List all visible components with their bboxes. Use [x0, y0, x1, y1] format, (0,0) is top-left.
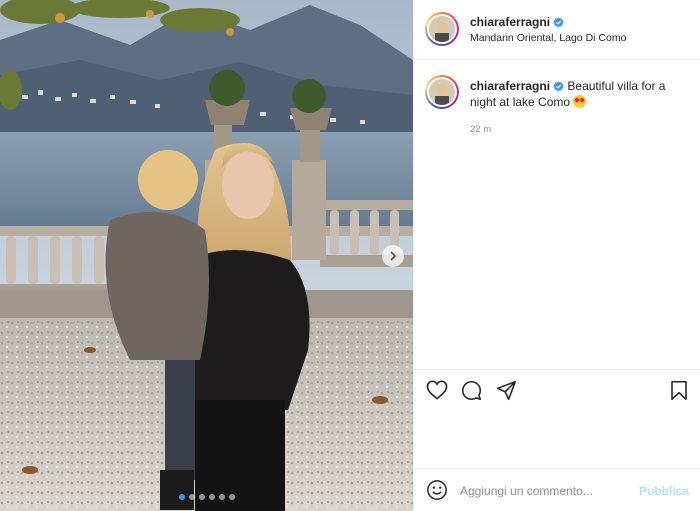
author-username[interactable]: chiaraferragni — [470, 15, 564, 29]
paper-plane-icon[interactable] — [496, 380, 517, 401]
chevron-right-icon — [390, 251, 397, 261]
carousel-dot — [198, 494, 205, 500]
post-header: chiaraferragni Mandarin Oriental, Lago D… — [414, 0, 700, 60]
comment-icon[interactable] — [461, 380, 482, 401]
carousel-dot — [208, 494, 215, 500]
verified-badge-icon — [553, 17, 564, 28]
verified-badge-icon — [553, 81, 564, 92]
post-image — [0, 0, 413, 511]
carousel-indicator — [0, 494, 413, 500]
emoji-smile-icon[interactable] — [426, 479, 448, 501]
carousel-next-button[interactable] — [382, 245, 404, 267]
post-caption: chiaraferragni Beautiful villa for a nig… — [470, 78, 694, 110]
carousel-dot — [178, 494, 185, 500]
instagram-post: chiaraferragni Mandarin Oriental, Lago D… — [0, 0, 700, 511]
caption-username[interactable]: chiaraferragni — [470, 79, 550, 93]
post-location[interactable]: Mandarin Oriental, Lago Di Como — [470, 32, 626, 44]
star-struck-emoji-icon — [573, 95, 587, 108]
post-side-panel: chiaraferragni Mandarin Oriental, Lago D… — [413, 0, 700, 511]
caption-avatar[interactable] — [425, 75, 459, 109]
heart-icon[interactable] — [426, 380, 448, 400]
avatar-image — [429, 16, 455, 42]
author-avatar[interactable] — [425, 12, 459, 46]
carousel-dot — [188, 494, 195, 500]
avatar-image — [429, 79, 455, 105]
comment-bar: Pubblica — [414, 468, 700, 511]
publish-button[interactable]: Pubblica — [639, 484, 689, 498]
comment-input[interactable] — [460, 481, 630, 501]
carousel-dot — [218, 494, 225, 500]
bookmark-icon[interactable] — [670, 380, 688, 401]
post-photo[interactable] — [0, 0, 413, 511]
post-timestamp[interactable]: 22 m — [470, 124, 491, 135]
post-actions — [414, 369, 700, 413]
carousel-dot — [228, 494, 235, 500]
